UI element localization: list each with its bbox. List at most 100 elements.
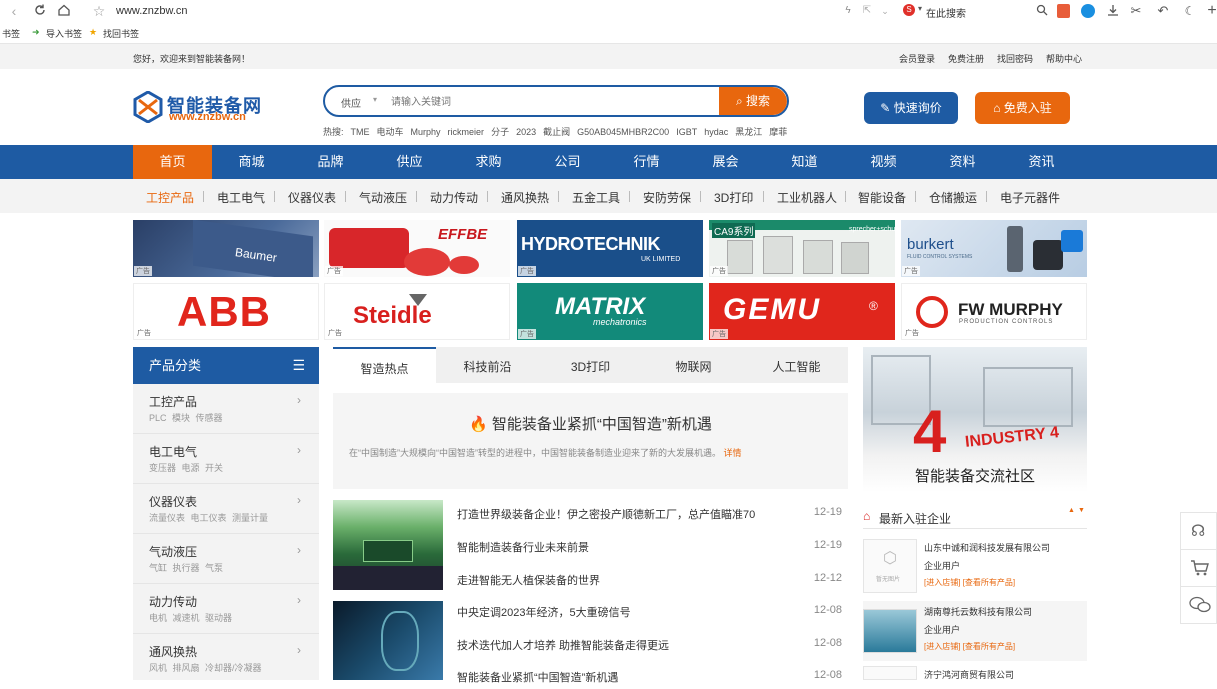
tab-hot[interactable]: 智造热点 <box>333 347 436 383</box>
enter-shop-link[interactable]: [进入店铺] <box>924 578 960 587</box>
subnav-item[interactable]: 五金工具 <box>572 189 620 206</box>
category-item-title[interactable]: 气动液压 <box>149 543 197 560</box>
hot-word[interactable]: 2023 <box>516 127 536 137</box>
hot-word[interactable]: 黑龙江 <box>735 127 762 137</box>
category-item-title[interactable]: 工控产品 <box>149 393 197 410</box>
news-thumbnail[interactable] <box>333 601 443 680</box>
hot-word[interactable]: 摩菲 <box>769 127 787 137</box>
home-icon[interactable] <box>56 3 72 19</box>
new-tab-icon[interactable]: + <box>1204 3 1217 19</box>
company-name[interactable]: 济宁鸿河商贸有限公司 <box>924 668 1014 681</box>
extension-red-icon[interactable] <box>1057 4 1070 18</box>
ad-matrix[interactable]: MATRIX mechatronics 广告 <box>517 283 703 340</box>
tab-iot[interactable]: 物联网 <box>642 347 745 383</box>
logo-icon[interactable] <box>133 90 163 124</box>
register-link[interactable]: 免费注册 <box>948 52 984 65</box>
subnav-item[interactable]: 电工电气 <box>217 189 265 206</box>
category-item[interactable]: 气动液压 气缸 执行器 气泵 › <box>133 534 319 584</box>
nav-company[interactable]: 公司 <box>528 145 607 179</box>
bookmark-star-icon[interactable]: ☆ <box>91 3 107 19</box>
category-item-title[interactable]: 仪器仪表 <box>149 493 197 510</box>
dropdown-icon[interactable]: ⌄ <box>877 3 893 19</box>
tab-3d-print[interactable]: 3D打印 <box>539 347 642 383</box>
news-title[interactable]: 打造世界级装备企业！伊之密投产顺德新工厂，总产值瞄准70 <box>457 506 755 522</box>
find-bookmarks-link[interactable]: 找回书签 <box>103 27 139 40</box>
quick-inquiry-button[interactable]: ✎ 快速询价 <box>864 92 958 124</box>
nav-market[interactable]: 行情 <box>607 145 686 179</box>
night-mode-icon[interactable]: ☾ <box>1182 3 1198 19</box>
tab-ai[interactable]: 人工智能 <box>745 347 848 383</box>
community-banner[interactable]: 4 INDUSTRY 4 智能装备交流社区 <box>863 347 1087 492</box>
category-item-title[interactable]: 通风换热 <box>149 643 197 660</box>
subnav-item[interactable]: 动力传动 <box>430 189 478 206</box>
hot-word[interactable]: rickmeier <box>448 127 485 137</box>
login-link[interactable]: 会员登录 <box>899 52 935 65</box>
news-title[interactable]: 走进智能无人植保装备的世界 <box>457 572 600 588</box>
category-item[interactable]: 工控产品 PLC 模块 传感器 › <box>133 384 319 434</box>
news-title[interactable]: 智能装备业紧抓“中国智造”新机遇 <box>457 669 618 685</box>
view-products-link[interactable]: [查看所有产品] <box>963 578 1015 587</box>
ad-burkert[interactable]: burkert FLUID CONTROL SYSTEMS 广告 <box>901 220 1087 277</box>
nav-purchase[interactable]: 求购 <box>449 145 528 179</box>
category-item-title[interactable]: 电工电气 <box>149 443 197 460</box>
hot-word[interactable]: hydac <box>704 127 728 137</box>
news-row[interactable]: 走进智能无人植保装备的世界 12-12 <box>457 572 842 592</box>
ad-effbe[interactable]: EFFBE 广告 <box>324 220 510 277</box>
company-item[interactable]: ⬡ 暂无图片 山东中诚和润科技发展有限公司 企业用户 [进入店铺] [查看所有产… <box>863 537 1087 597</box>
ad-baumer[interactable]: Baumer 广告 <box>133 220 319 277</box>
ad-gemu[interactable]: GEMU ® 广告 <box>709 283 895 340</box>
subnav-item[interactable]: 电子元器件 <box>1000 189 1060 206</box>
hot-word[interactable]: 电动车 <box>377 127 404 137</box>
hot-word[interactable]: IGBT <box>676 127 697 137</box>
ad-sprecher-schuh[interactable]: CA9系列 sprecher+schuh 广告 <box>709 220 895 277</box>
company-item[interactable]: 济宁鸿河商贸有限公司 <box>863 664 1087 680</box>
nav-exhibition[interactable]: 展会 <box>686 145 765 179</box>
featured-title[interactable]: 🔥 智能装备业紧抓“中国智造”新机遇 <box>333 413 848 434</box>
arrow-down-icon[interactable]: ▼ <box>1078 507 1085 514</box>
search-icon[interactable] <box>1034 3 1050 19</box>
news-row[interactable]: 智能制造装备行业未来前景 12-19 <box>457 539 842 559</box>
import-bookmarks-link[interactable]: 导入书签 <box>46 27 82 40</box>
search-input[interactable] <box>391 93 711 111</box>
ad-hydrotechnik[interactable]: HYDROTECHNIK UK LIMITED 广告 <box>517 220 703 277</box>
search-type-select[interactable]: 供应 <box>341 95 361 110</box>
back-icon[interactable]: ‹ <box>6 3 22 19</box>
url-field[interactable]: www.znzbw.cn <box>116 5 188 17</box>
search-button[interactable]: ⌕ 搜索 <box>719 87 787 115</box>
nav-knowledge[interactable]: 知道 <box>765 145 844 179</box>
hot-word[interactable]: TME <box>351 127 370 137</box>
subnav-item[interactable]: 仪器仪表 <box>288 189 336 206</box>
nav-home[interactable]: 首页 <box>133 145 212 179</box>
company-logo[interactable]: ⬡ 暂无图片 <box>863 539 917 593</box>
undo-icon[interactable]: ↶ <box>1155 3 1171 19</box>
hot-word[interactable]: 截止阀 <box>543 127 570 137</box>
news-title[interactable]: 中央定调2023年经济，5大重磅信号 <box>457 604 631 620</box>
browser-search-input[interactable]: 在此搜索 <box>926 5 966 20</box>
company-name[interactable]: 山东中诚和润科技发展有限公司 <box>924 541 1050 554</box>
ad-steidle[interactable]: Steidle 广告 <box>324 283 510 340</box>
category-item[interactable]: 通风换热 风机 排风扇 冷却器/冷凝器 › <box>133 634 319 680</box>
subnav-item[interactable]: 智能设备 <box>858 189 906 206</box>
company-logo[interactable] <box>863 609 917 653</box>
subnav-item[interactable]: 气动液压 <box>359 189 407 206</box>
news-thumbnail[interactable] <box>333 500 443 590</box>
hot-word[interactable]: 分子 <box>491 127 509 137</box>
news-row[interactable]: 技术迭代加人才培养 助推智能装备走得更远 12-08 <box>457 637 842 657</box>
news-row[interactable]: 中央定调2023年经济，5大重磅信号 12-08 <box>457 604 842 624</box>
tab-tech[interactable]: 科技前沿 <box>436 347 539 383</box>
nav-brand[interactable]: 品牌 <box>291 145 370 179</box>
hot-word[interactable]: Murphy <box>411 127 441 137</box>
flash-icon[interactable]: ϟ <box>840 3 856 19</box>
menu-icon[interactable]: ☰ <box>292 347 305 384</box>
news-title[interactable]: 技术迭代加人才培养 助推智能装备走得更远 <box>457 637 669 653</box>
hot-word[interactable]: G50AB045MHBR2C00 <box>577 127 669 137</box>
subnav-item[interactable]: 3D打印 <box>714 189 753 206</box>
reload-icon[interactable] <box>32 3 48 19</box>
nav-supply[interactable]: 供应 <box>370 145 449 179</box>
share-icon[interactable]: ⇱ <box>859 3 875 19</box>
ad-abb[interactable]: ABB 广告 <box>133 283 319 340</box>
help-link[interactable]: 帮助中心 <box>1046 52 1082 65</box>
nav-mall[interactable]: 商城 <box>212 145 291 179</box>
subnav-item[interactable]: 通风换热 <box>501 189 549 206</box>
nav-documents[interactable]: 资料 <box>923 145 1002 179</box>
